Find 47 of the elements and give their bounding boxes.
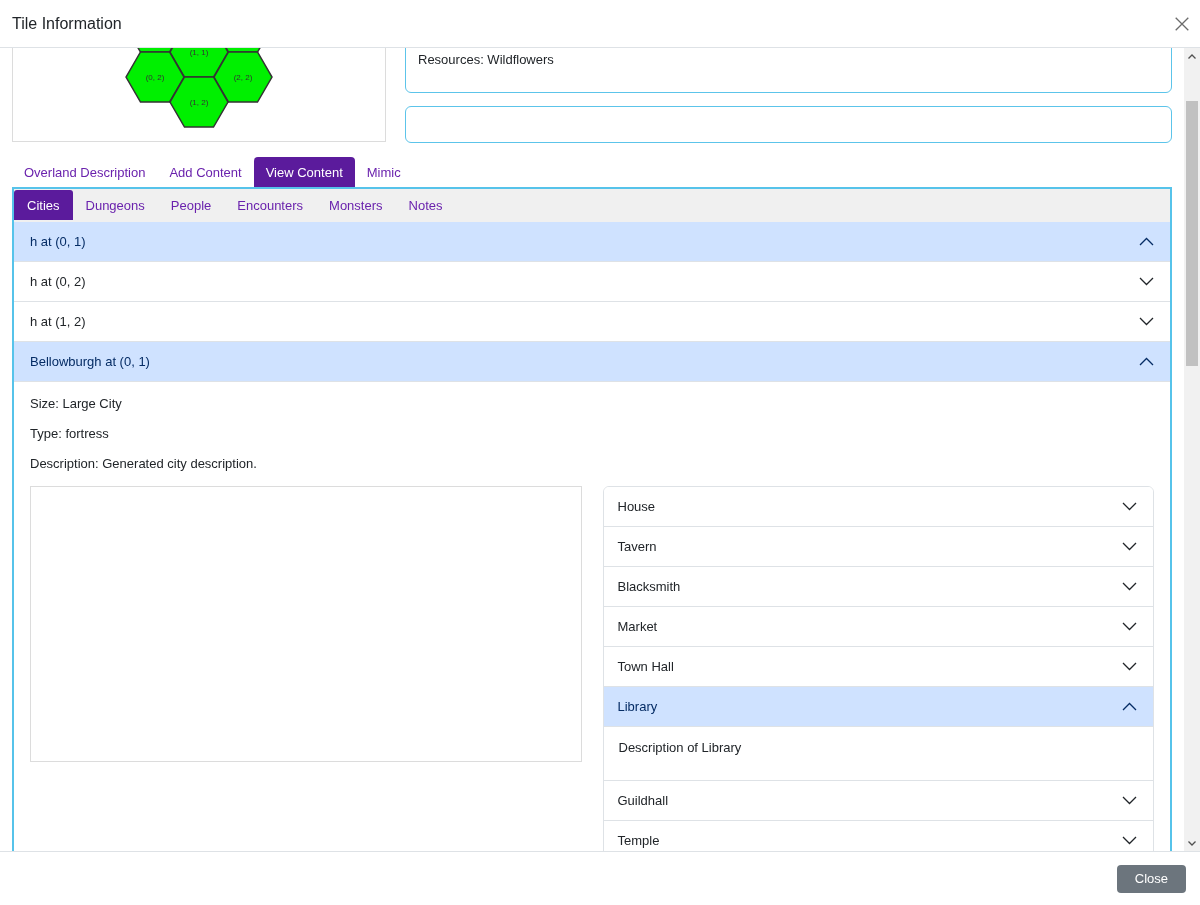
chevron-down-icon	[1139, 277, 1154, 286]
chevron-down-icon	[1139, 317, 1154, 326]
tab[interactable]: Cities	[14, 190, 73, 220]
chevron-down-icon	[1122, 622, 1137, 631]
tile-label: (0, 2)	[145, 73, 165, 82]
dialog-title: Tile Information	[12, 13, 122, 34]
detail-text: Size: Large City	[30, 395, 123, 413]
info-text: Resources: Wildflowers	[418, 51, 555, 69]
tab[interactable]: View Content	[253, 157, 355, 187]
tile-label: (1, 1)	[189, 48, 209, 57]
chevron-up-icon	[1139, 357, 1154, 366]
chevron-down-icon	[1122, 662, 1137, 671]
hex-tile	[169, 76, 229, 128]
chevron-up-icon	[1139, 237, 1154, 246]
tile-label: (1, 2)	[189, 98, 209, 107]
detail-text: Type: fortress	[30, 425, 110, 443]
tab[interactable]: Notes	[395, 190, 456, 220]
tab[interactable]: Add Content	[157, 157, 254, 187]
accordion-header[interactable]: Library	[603, 687, 1153, 727]
hex-tile	[213, 51, 273, 103]
close-button[interactable]	[1175, 16, 1189, 31]
scroll-down-icon[interactable]	[1188, 840, 1196, 846]
close-button[interactable]: Close	[1116, 864, 1186, 893]
tile-label: (2, 2)	[233, 73, 253, 82]
chevron-down-icon	[1122, 796, 1137, 805]
accordion-header[interactable]: Bellowburgh at (0, 1)	[14, 342, 1170, 382]
scroll-up-icon[interactable]	[1188, 53, 1196, 59]
scrollbar-thumb[interactable]	[1186, 101, 1198, 366]
chevron-down-icon	[1122, 582, 1137, 591]
close-icon	[1175, 16, 1189, 31]
accordion-header[interactable]: House	[603, 487, 1153, 527]
tab[interactable]: Encounters	[224, 190, 317, 220]
description-text: Description of Library	[618, 739, 743, 757]
scrollbar[interactable]	[1184, 48, 1200, 851]
chevron-down-icon	[1122, 836, 1137, 845]
detail-text: Description: Generated city description.	[30, 455, 258, 473]
hex-tile	[125, 51, 185, 103]
chevron-down-icon	[1122, 542, 1137, 551]
tab[interactable]: People	[157, 190, 225, 220]
tab[interactable]: Dungeons	[72, 190, 158, 220]
input-field[interactable]	[405, 106, 1172, 143]
chevron-down-icon	[1122, 502, 1137, 511]
tab[interactable]: Overland Description	[12, 157, 158, 187]
chevron-up-icon	[1122, 702, 1137, 711]
accordion-header[interactable]: h at (0, 1)	[14, 222, 1170, 262]
tab[interactable]: Mimic	[354, 157, 413, 187]
tab[interactable]: Monsters	[316, 190, 396, 220]
